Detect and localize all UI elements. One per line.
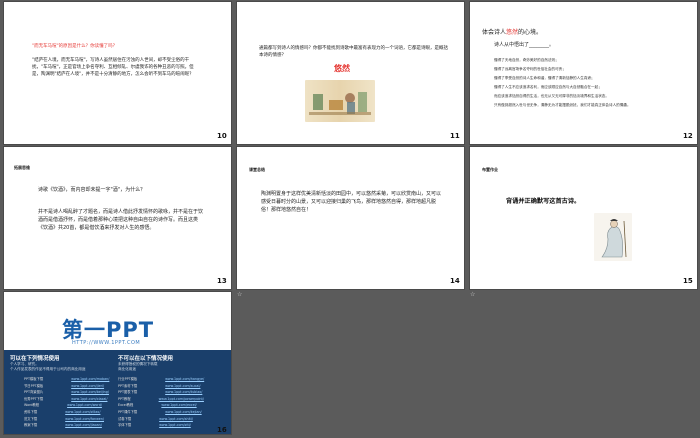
section-label: 课堂总结	[249, 167, 265, 172]
slide-number: 14	[450, 277, 460, 285]
question-text: "而无车马喧"的原因是什么？你读懂了吗？	[32, 44, 118, 49]
link-url[interactable]: www.1ppt.com/jieri/	[71, 384, 104, 388]
resource-link-row[interactable]: PPT背景图片 www.1ppt.com/beijing/	[24, 389, 109, 394]
resource-link-row[interactable]: 资料下载 www.1ppt.com/ziliao/	[24, 409, 100, 414]
slide-number: 11	[450, 132, 460, 140]
scholar-painting-image	[305, 80, 375, 122]
slide-thumbnail-14[interactable]: 课堂总结 陶渊明置身于这样优美清新恬淡的田园中，可以悠然采菊，可以欣赏南山，又可…	[237, 147, 464, 298]
link-label: PPT图表下载	[118, 390, 138, 395]
section-label: 布置作业	[482, 167, 498, 172]
prompt-text: 诗人从中悟出了________。	[494, 42, 555, 48]
link-url[interactable]: www.1ppt.com/beijing/	[71, 390, 109, 394]
link-label: 字体下载	[118, 423, 132, 428]
resource-link-row[interactable]: 范文下载 www.1ppt.com/fanwen/	[24, 416, 104, 421]
body-text: 陶渊明置身于这样优美清新恬淡的田园中，可以悠然采菊，可以欣赏南山，又可以感受日暮…	[261, 191, 442, 213]
resource-link-row[interactable]: PPT模板下载 www.1ppt.com/moban/	[24, 376, 109, 381]
forbidden-item: 商业化用途	[118, 367, 136, 371]
question-text: 诗歌《饮酒》，而内容却未提一字"酒"，为什么？	[38, 187, 146, 193]
link-label: 节日PPT模板	[24, 383, 44, 388]
link-label: PPT教程	[118, 396, 131, 401]
section-label: 拓展思维	[14, 165, 30, 170]
resource-link-row[interactable]: 优秀PPT下载 www.1ppt.com/xiazai/	[24, 396, 107, 401]
answer-text: 并不是诗人喝乱醉了才题名，而是诗人借此抒发情怀的歌咏，并不是在于饮酒而是借酒抒怀…	[38, 209, 204, 231]
bullet-line: 懂得了天地自然，奇妙美好的自然法则；	[494, 58, 559, 62]
slide-number: 16	[217, 426, 227, 434]
slide-thumbnail-13[interactable]: 拓展思维 诗歌《饮酒》，而内容却未提一字"酒"，为什么？ 并不是诗人喝乱醉了才题…	[4, 147, 231, 298]
resource-link-row[interactable]: 字体下载 www.1ppt.com/ziti/	[118, 422, 191, 427]
heading-text: 体会诗人悠然的心境。	[482, 29, 543, 36]
resource-link-row[interactable]: Word教程 www.1ppt.com/word/	[24, 402, 102, 407]
link-url[interactable]: www.1ppt.com/tubiao/	[165, 390, 202, 394]
slide-thumbnail-15[interactable]: 布置作业 背诵并正确默写这首古诗。 15 ☆	[470, 147, 697, 298]
answer-text: 悠然	[334, 64, 350, 73]
resource-link-row[interactable]: PPT教程 www.1ppt.com/powerpoint/	[118, 396, 204, 401]
link-label: 资料下载	[24, 410, 38, 414]
link-label: 行业PPT模板	[118, 377, 138, 381]
brand-url: HTTP://WWW.1PPT.COM	[72, 340, 141, 346]
link-url[interactable]: www.1ppt.com/jiaoan/	[65, 423, 102, 427]
link-url[interactable]: www.1ppt.com/powerpoint/	[159, 397, 204, 401]
link-label: 范文下载	[24, 416, 38, 421]
link-label: PPT素材下载	[118, 383, 138, 388]
bullet-line: 而应该追求恬然自得的生活，也无从又无可厚非的恬淡境界和生活状态。	[494, 94, 609, 98]
poet-figure-image	[594, 213, 632, 261]
slide-number: 13	[217, 277, 227, 285]
link-label: 教案下载	[24, 423, 38, 428]
slide-number: 10	[217, 132, 227, 140]
resource-link-row[interactable]: PPT课件下载 www.1ppt.com/kejian/	[118, 409, 202, 414]
resource-link-row[interactable]: 试卷下载 www.1ppt.com/shiti/	[118, 416, 193, 421]
link-url[interactable]: www.1ppt.com/ziliao/	[65, 410, 100, 414]
animation-icon[interactable]: ☆	[470, 291, 475, 298]
link-url[interactable]: www.1ppt.com/excel/	[161, 403, 196, 407]
link-url[interactable]: www.1ppt.com/shiti/	[159, 417, 193, 421]
allowed-item: 个人作品发表的作品不得用于公司内的商业用途	[10, 367, 86, 371]
animation-icon[interactable]: ☆	[237, 291, 242, 298]
task-text: 背诵并正确默写这首古诗。	[506, 198, 581, 205]
link-url[interactable]: www.1ppt.com/sucai/	[165, 384, 200, 388]
body-text: "结庐在人境，而无车马喧"，写诗人虽然居住在污浊的人世间，却不受尘俗的干扰，"车…	[32, 58, 194, 77]
slide-number: 12	[683, 132, 693, 140]
slide-number: 15	[683, 277, 693, 285]
link-label: PPT背景图片	[24, 390, 44, 395]
bullet-line: 懂得了享受自然的诗人生命和谐，懂得了清新恬静的人生真谛；	[494, 76, 595, 80]
slide-thumbnail-10[interactable]: "而无车马喧"的原因是什么？你读懂了吗？ "结庐在人境，而无车马喧"，写诗人虽然…	[4, 2, 231, 153]
resource-link-row[interactable]: 行业PPT模板 www.1ppt.com/hangye/	[118, 376, 204, 381]
bullet-line: 只有做到超然入世与世无争，清静无为才能摆脱纷扰，我们才能真正体会诗人的情趣。	[494, 103, 631, 107]
bullet-line: 懂得了远离官场争名夺利的世俗社会的可贵；	[494, 67, 566, 71]
forbidden-title: 不可以在以下情况使用	[118, 356, 174, 362]
resource-link-row[interactable]: 教案下载 www.1ppt.com/jiaoan/	[24, 422, 102, 427]
link-label: PPT课件下载	[118, 410, 138, 414]
link-label: Excel教程	[118, 403, 134, 408]
link-url[interactable]: www.1ppt.com/moban/	[71, 377, 109, 381]
link-label: 优秀PPT下载	[24, 396, 44, 401]
link-label: 试卷下载	[118, 416, 132, 421]
link-url[interactable]: www.1ppt.com/word/	[67, 403, 102, 407]
resource-link-row[interactable]: PPT素材下载 www.1ppt.com/sucai/	[118, 383, 200, 388]
question-text: 通篇都写到诗人的情感吗？你都不能找到诗歌中最富有表现力的一个词语，它都是诗眼，是…	[259, 46, 448, 58]
resource-link-row[interactable]: Excel教程 www.1ppt.com/excel/	[118, 402, 197, 407]
link-label: PPT模板下载	[24, 377, 44, 381]
link-url[interactable]: www.1ppt.com/kejian/	[165, 410, 201, 414]
link-url[interactable]: www.1ppt.com/ziti/	[159, 423, 191, 427]
link-url[interactable]: www.1ppt.com/fanwen/	[65, 417, 104, 421]
allowed-title: 可以在下列情况使用	[10, 356, 60, 362]
link-url[interactable]: www.1ppt.com/hangye/	[165, 377, 204, 381]
info-panel: 可以在下列情况使用 个人学习、研究。 个人作品发表的作品不得用于公司内的商业用途…	[4, 350, 231, 434]
slide-thumbnail-11[interactable]: 通篇都写到诗人的情感吗？你都不能找到诗歌中最富有表现力的一个词语，它都是诗眼，是…	[237, 2, 464, 153]
link-label: Word教程	[24, 403, 40, 408]
slide-thumbnail-12[interactable]: 体会诗人悠然的心境。 诗人从中悟出了________。 懂得了天地自然，奇妙美好…	[470, 2, 697, 153]
link-url[interactable]: www.1ppt.com/xiazai/	[71, 397, 107, 401]
resource-link-row[interactable]: 节日PPT模板 www.1ppt.com/jieri/	[24, 383, 104, 388]
resource-link-row[interactable]: PPT图表下载 www.1ppt.com/tubiao/	[118, 389, 202, 394]
slide-thumbnail-16[interactable]: 第一PPT HTTP://WWW.1PPT.COM 可以在下列情况使用 个人学习…	[4, 292, 231, 434]
bullet-line: 懂得了人生不应该追求名利，而应该顺应自然与大自然融合在一起；	[494, 85, 602, 89]
